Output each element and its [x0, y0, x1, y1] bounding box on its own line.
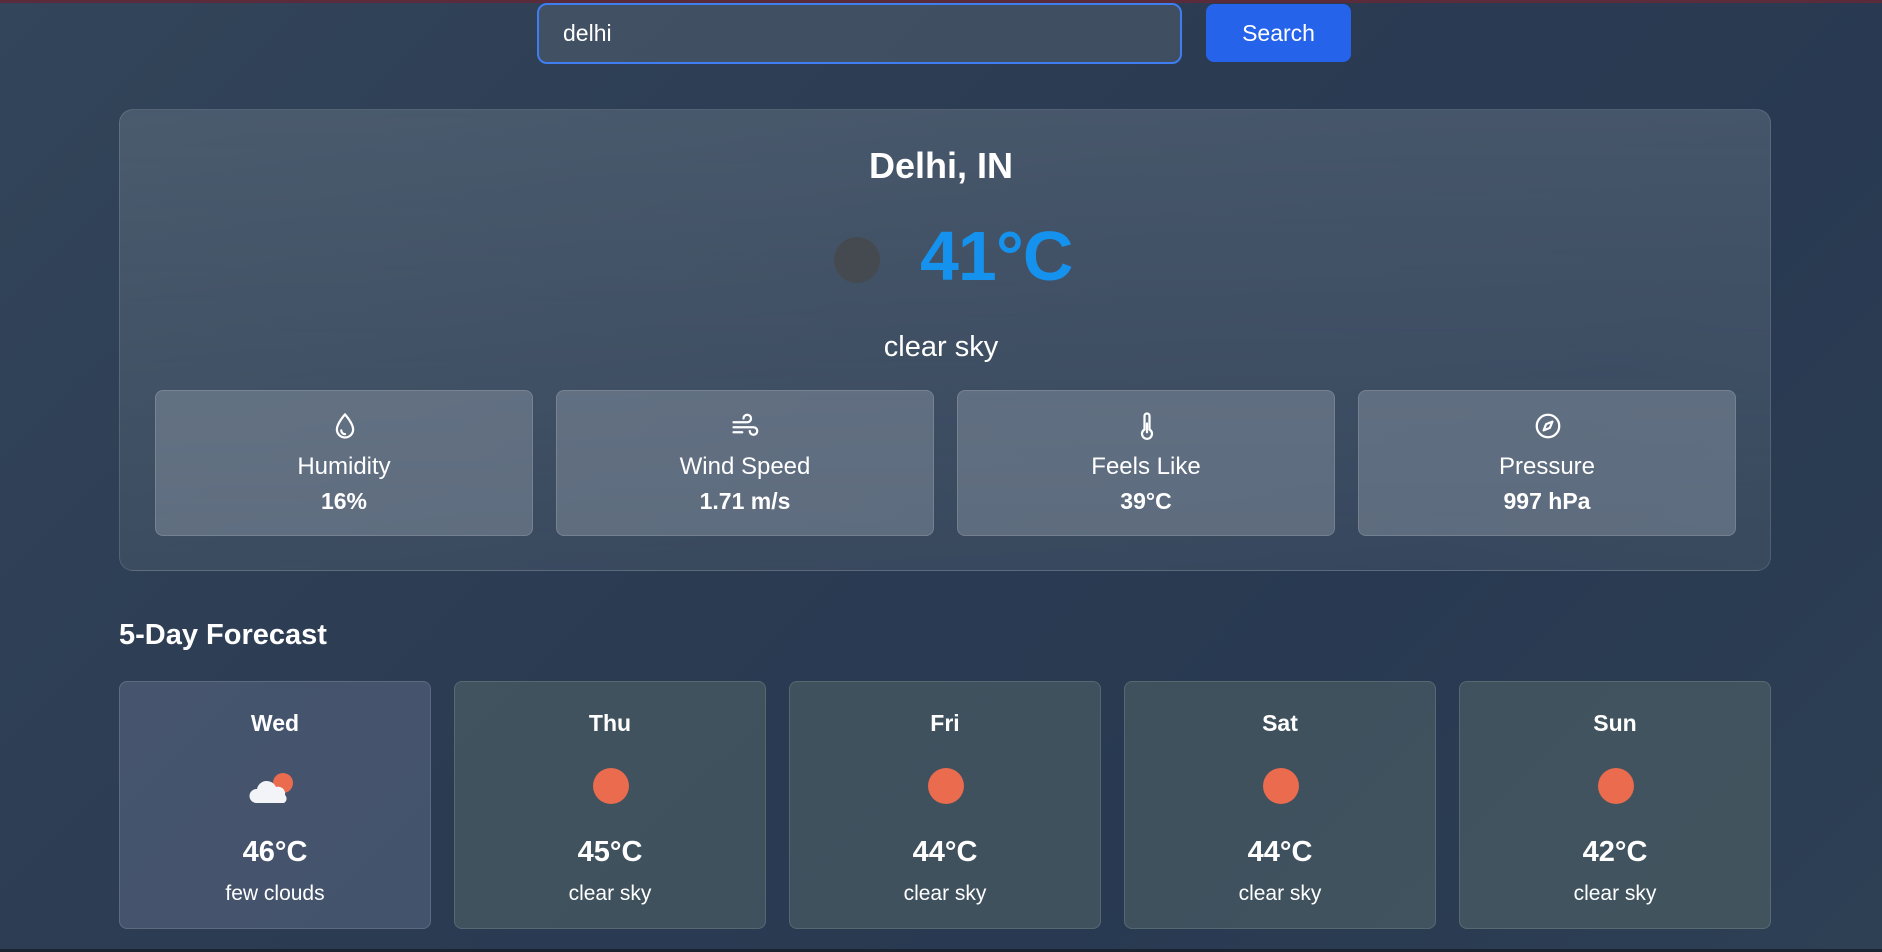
current-temperature: 41°C	[920, 217, 1073, 295]
forecast-card-thu[interactable]: Thu 45°C clear sky	[454, 681, 766, 929]
sun-icon	[1263, 768, 1299, 804]
clear-night-icon	[834, 237, 880, 283]
city-name: Delhi, IN	[868, 145, 1014, 186]
stat-label: Wind Speed	[679, 453, 811, 480]
wind-icon	[732, 413, 759, 436]
forecast-temp: 44°C	[1247, 836, 1313, 868]
feels-like-stat: Feels Like 39°C	[957, 390, 1335, 536]
few-clouds-icon	[249, 773, 293, 803]
wind-speed-stat: Wind Speed 1.71 m/s	[556, 390, 934, 536]
forecast-description: clear sky	[1573, 882, 1657, 905]
forecast-card-wed[interactable]: Wed 46°C few clouds	[119, 681, 431, 929]
stat-label: Humidity	[297, 453, 391, 480]
sun-icon	[928, 768, 964, 804]
stat-value: 997 hPa	[1503, 488, 1591, 514]
sun-icon	[593, 768, 629, 804]
current-description: clear sky	[883, 331, 999, 363]
forecast-description: clear sky	[1238, 882, 1322, 905]
forecast-description: few clouds	[225, 882, 325, 905]
compass-icon	[1535, 413, 1561, 439]
forecast-temp: 42°C	[1582, 836, 1648, 868]
search-button[interactable]: Search	[1206, 4, 1351, 62]
thermometer-icon	[1140, 412, 1154, 440]
forecast-description: clear sky	[903, 882, 987, 905]
forecast-temp: 45°C	[577, 836, 643, 868]
forecast-day: Thu	[588, 710, 632, 736]
forecast-card-fri[interactable]: Fri 44°C clear sky	[789, 681, 1101, 929]
forecast-day: Fri	[930, 710, 960, 736]
droplet-icon	[335, 413, 355, 439]
search-input[interactable]	[537, 3, 1182, 64]
forecast-temp: 46°C	[242, 836, 308, 868]
stat-value: 1.71 m/s	[699, 488, 791, 514]
forecast-description: clear sky	[568, 882, 652, 905]
forecast-day: Wed	[250, 710, 300, 736]
stat-label: Feels Like	[1091, 453, 1201, 480]
forecast-day: Sun	[1593, 710, 1637, 736]
forecast-temp: 44°C	[912, 836, 978, 868]
stat-value: 16%	[320, 488, 368, 514]
stat-label: Pressure	[1498, 453, 1596, 480]
pressure-stat: Pressure 997 hPa	[1358, 390, 1736, 536]
sun-icon	[1598, 768, 1634, 804]
humidity-stat: Humidity 16%	[155, 390, 533, 536]
forecast-card-sun[interactable]: Sun 42°C clear sky	[1459, 681, 1771, 929]
stat-value: 39°C	[1120, 488, 1172, 514]
forecast-day: Sat	[1262, 710, 1298, 736]
forecast-title: 5-Day Forecast	[119, 619, 327, 651]
forecast-card-sat[interactable]: Sat 44°C clear sky	[1124, 681, 1436, 929]
